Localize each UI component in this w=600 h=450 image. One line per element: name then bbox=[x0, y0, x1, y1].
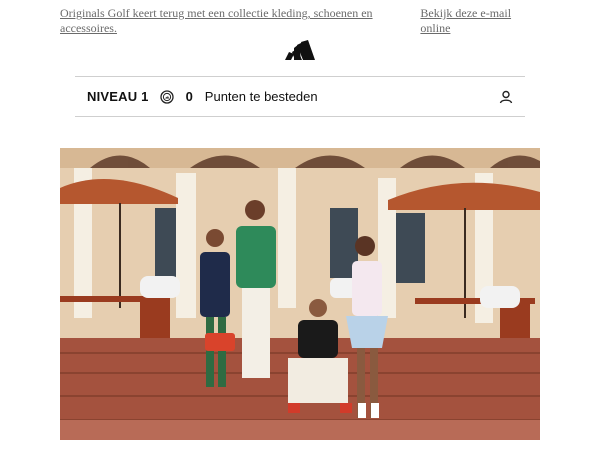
adidas-logo-icon[interactable] bbox=[284, 40, 316, 60]
points-value: 0 bbox=[185, 89, 193, 104]
preheader: Originals Golf keert terug met een colle… bbox=[60, 6, 540, 36]
loyalty-bar: NIVEAU 1 0 Punten te besteden bbox=[75, 76, 525, 117]
preheader-link[interactable]: Originals Golf keert terug met een colle… bbox=[60, 6, 420, 36]
loyalty-level: NIVEAU 1 bbox=[87, 89, 149, 104]
view-online-link[interactable]: Bekijk deze e-mail online bbox=[420, 6, 540, 36]
points-coin-icon bbox=[159, 89, 174, 104]
email-body: Originals Golf keert terug met een colle… bbox=[0, 0, 600, 450]
points-label: Punten te besteden bbox=[204, 89, 318, 104]
user-icon[interactable] bbox=[499, 90, 513, 104]
hero-photo[interactable] bbox=[60, 148, 540, 440]
